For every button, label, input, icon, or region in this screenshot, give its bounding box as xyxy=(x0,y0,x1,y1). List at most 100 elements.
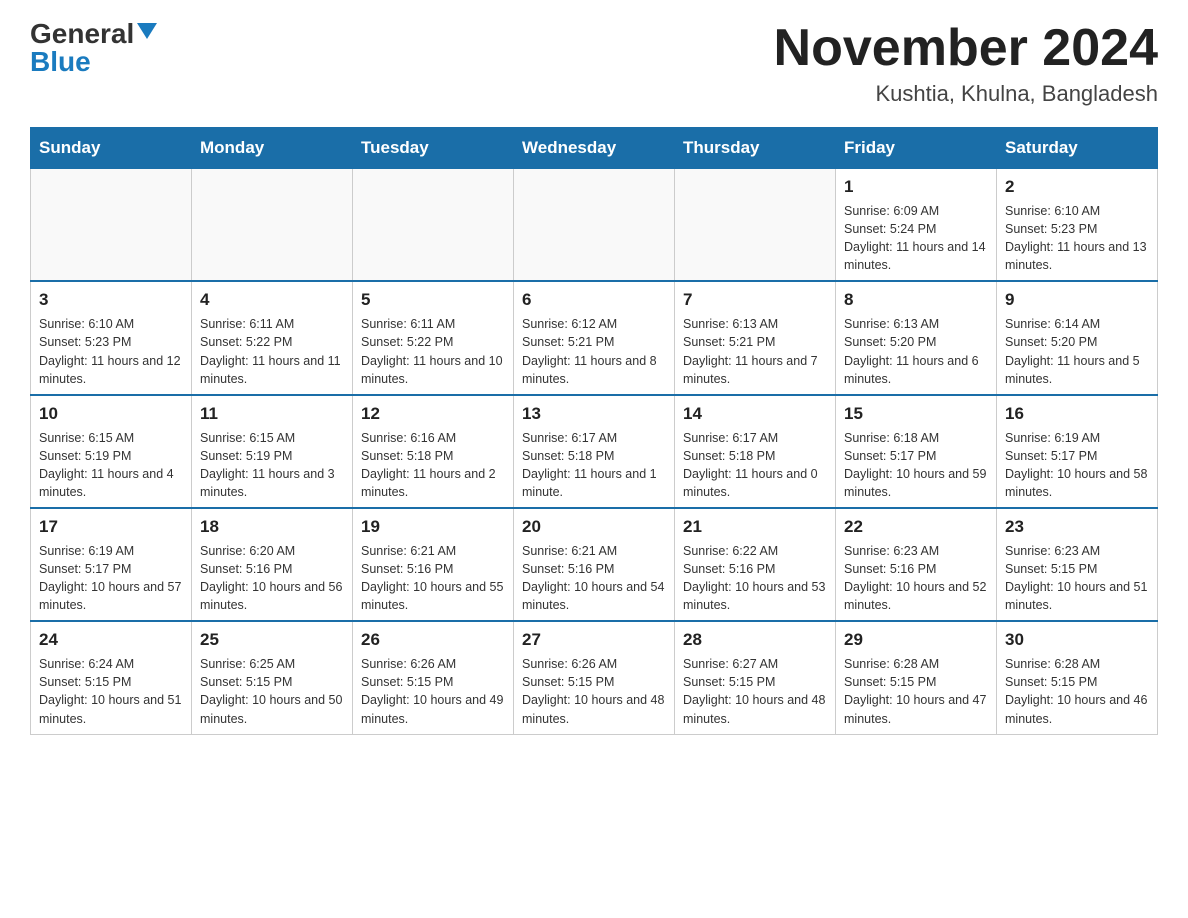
calendar-week-row: 10 Sunrise: 6:15 AM Sunset: 5:19 PM Dayli… xyxy=(31,395,1158,508)
calendar-cell: 17 Sunrise: 6:19 AM Sunset: 5:17 PM Dayli… xyxy=(31,508,192,621)
day-number: 20 xyxy=(522,515,666,539)
day-info: Sunrise: 6:26 AM Sunset: 5:15 PM Dayligh… xyxy=(361,655,505,728)
weekday-header-sunday: Sunday xyxy=(31,128,192,169)
day-number: 26 xyxy=(361,628,505,652)
day-info: Sunrise: 6:24 AM Sunset: 5:15 PM Dayligh… xyxy=(39,655,183,728)
day-number: 11 xyxy=(200,402,344,426)
day-info: Sunrise: 6:23 AM Sunset: 5:15 PM Dayligh… xyxy=(1005,542,1149,615)
calendar-cell: 22 Sunrise: 6:23 AM Sunset: 5:16 PM Dayli… xyxy=(836,508,997,621)
day-info: Sunrise: 6:13 AM Sunset: 5:21 PM Dayligh… xyxy=(683,315,827,388)
calendar-header-row: SundayMondayTuesdayWednesdayThursdayFrid… xyxy=(31,128,1158,169)
calendar-cell: 25 Sunrise: 6:25 AM Sunset: 5:15 PM Dayli… xyxy=(192,621,353,734)
day-info: Sunrise: 6:10 AM Sunset: 5:23 PM Dayligh… xyxy=(39,315,183,388)
day-number: 22 xyxy=(844,515,988,539)
calendar-cell xyxy=(31,169,192,282)
calendar-cell xyxy=(353,169,514,282)
day-number: 14 xyxy=(683,402,827,426)
day-number: 12 xyxy=(361,402,505,426)
day-number: 27 xyxy=(522,628,666,652)
day-number: 13 xyxy=(522,402,666,426)
logo-blue-text: Blue xyxy=(30,46,91,77)
calendar-cell: 8Sunrise: 6:13 AM Sunset: 5:20 PM Daylig… xyxy=(836,281,997,394)
month-year-title: November 2024 xyxy=(774,20,1158,77)
calendar-cell: 14Sunrise: 6:17 AM Sunset: 5:18 PM Dayli… xyxy=(675,395,836,508)
day-info: Sunrise: 6:15 AM Sunset: 5:19 PM Dayligh… xyxy=(39,429,183,502)
day-number: 7 xyxy=(683,288,827,312)
day-info: Sunrise: 6:21 AM Sunset: 5:16 PM Dayligh… xyxy=(522,542,666,615)
day-info: Sunrise: 6:25 AM Sunset: 5:15 PM Dayligh… xyxy=(200,655,344,728)
calendar-cell xyxy=(675,169,836,282)
day-info: Sunrise: 6:26 AM Sunset: 5:15 PM Dayligh… xyxy=(522,655,666,728)
calendar-cell: 9 Sunrise: 6:14 AM Sunset: 5:20 PM Daylig… xyxy=(997,281,1158,394)
calendar-cell: 5Sunrise: 6:11 AM Sunset: 5:22 PM Daylig… xyxy=(353,281,514,394)
day-number: 5 xyxy=(361,288,505,312)
calendar-cell: 7 Sunrise: 6:13 AM Sunset: 5:21 PM Daylig… xyxy=(675,281,836,394)
calendar-cell xyxy=(192,169,353,282)
calendar-week-row: 24 Sunrise: 6:24 AM Sunset: 5:15 PM Dayli… xyxy=(31,621,1158,734)
calendar-cell: 6 Sunrise: 6:12 AM Sunset: 5:21 PM Daylig… xyxy=(514,281,675,394)
calendar-week-row: 3 Sunrise: 6:10 AM Sunset: 5:23 PM Daylig… xyxy=(31,281,1158,394)
day-number: 17 xyxy=(39,515,183,539)
weekday-header-tuesday: Tuesday xyxy=(353,128,514,169)
calendar-cell xyxy=(514,169,675,282)
day-info: Sunrise: 6:14 AM Sunset: 5:20 PM Dayligh… xyxy=(1005,315,1149,388)
calendar-cell: 11 Sunrise: 6:15 AM Sunset: 5:19 PM Dayli… xyxy=(192,395,353,508)
day-number: 1 xyxy=(844,175,988,199)
calendar-cell: 2 Sunrise: 6:10 AM Sunset: 5:23 PM Daylig… xyxy=(997,169,1158,282)
day-number: 19 xyxy=(361,515,505,539)
day-info: Sunrise: 6:15 AM Sunset: 5:19 PM Dayligh… xyxy=(200,429,344,502)
weekday-header-thursday: Thursday xyxy=(675,128,836,169)
weekday-header-saturday: Saturday xyxy=(997,128,1158,169)
calendar-cell: 21 Sunrise: 6:22 AM Sunset: 5:16 PM Dayli… xyxy=(675,508,836,621)
day-info: Sunrise: 6:12 AM Sunset: 5:21 PM Dayligh… xyxy=(522,315,666,388)
day-number: 9 xyxy=(1005,288,1149,312)
calendar-cell: 13 Sunrise: 6:17 AM Sunset: 5:18 PM Dayli… xyxy=(514,395,675,508)
logo: General Blue xyxy=(30,20,157,76)
calendar-week-row: 17 Sunrise: 6:19 AM Sunset: 5:17 PM Dayli… xyxy=(31,508,1158,621)
calendar-cell: 30Sunrise: 6:28 AM Sunset: 5:15 PM Dayli… xyxy=(997,621,1158,734)
calendar-cell: 16Sunrise: 6:19 AM Sunset: 5:17 PM Dayli… xyxy=(997,395,1158,508)
calendar-cell: 4 Sunrise: 6:11 AM Sunset: 5:22 PM Daylig… xyxy=(192,281,353,394)
calendar-cell: 15Sunrise: 6:18 AM Sunset: 5:17 PM Dayli… xyxy=(836,395,997,508)
logo-triangle-icon xyxy=(137,23,157,39)
logo-general-text: General xyxy=(30,20,134,48)
day-info: Sunrise: 6:11 AM Sunset: 5:22 PM Dayligh… xyxy=(200,315,344,388)
day-number: 21 xyxy=(683,515,827,539)
calendar-cell: 3 Sunrise: 6:10 AM Sunset: 5:23 PM Daylig… xyxy=(31,281,192,394)
day-number: 2 xyxy=(1005,175,1149,199)
day-info: Sunrise: 6:17 AM Sunset: 5:18 PM Dayligh… xyxy=(522,429,666,502)
page-header: General Blue November 2024 Kushtia, Khul… xyxy=(30,20,1158,107)
calendar-cell: 20 Sunrise: 6:21 AM Sunset: 5:16 PM Dayli… xyxy=(514,508,675,621)
title-block: November 2024 Kushtia, Khulna, Banglades… xyxy=(774,20,1158,107)
day-number: 24 xyxy=(39,628,183,652)
calendar-cell: 10 Sunrise: 6:15 AM Sunset: 5:19 PM Dayli… xyxy=(31,395,192,508)
day-number: 3 xyxy=(39,288,183,312)
day-number: 4 xyxy=(200,288,344,312)
weekday-header-monday: Monday xyxy=(192,128,353,169)
calendar-cell: 24 Sunrise: 6:24 AM Sunset: 5:15 PM Dayli… xyxy=(31,621,192,734)
calendar-cell: 18Sunrise: 6:20 AM Sunset: 5:16 PM Dayli… xyxy=(192,508,353,621)
day-number: 6 xyxy=(522,288,666,312)
day-info: Sunrise: 6:22 AM Sunset: 5:16 PM Dayligh… xyxy=(683,542,827,615)
day-info: Sunrise: 6:09 AM Sunset: 5:24 PM Dayligh… xyxy=(844,202,988,275)
calendar-cell: 12 Sunrise: 6:16 AM Sunset: 5:18 PM Dayli… xyxy=(353,395,514,508)
day-info: Sunrise: 6:19 AM Sunset: 5:17 PM Dayligh… xyxy=(39,542,183,615)
calendar-cell: 28 Sunrise: 6:27 AM Sunset: 5:15 PM Dayli… xyxy=(675,621,836,734)
calendar-table: SundayMondayTuesdayWednesdayThursdayFrid… xyxy=(30,127,1158,734)
day-number: 28 xyxy=(683,628,827,652)
calendar-cell: 29Sunrise: 6:28 AM Sunset: 5:15 PM Dayli… xyxy=(836,621,997,734)
day-number: 25 xyxy=(200,628,344,652)
calendar-cell: 19 Sunrise: 6:21 AM Sunset: 5:16 PM Dayli… xyxy=(353,508,514,621)
day-number: 10 xyxy=(39,402,183,426)
calendar-cell: 26 Sunrise: 6:26 AM Sunset: 5:15 PM Dayli… xyxy=(353,621,514,734)
day-info: Sunrise: 6:23 AM Sunset: 5:16 PM Dayligh… xyxy=(844,542,988,615)
day-info: Sunrise: 6:10 AM Sunset: 5:23 PM Dayligh… xyxy=(1005,202,1149,275)
day-number: 15 xyxy=(844,402,988,426)
day-info: Sunrise: 6:13 AM Sunset: 5:20 PM Dayligh… xyxy=(844,315,988,388)
weekday-header-wednesday: Wednesday xyxy=(514,128,675,169)
calendar-week-row: 1 Sunrise: 6:09 AM Sunset: 5:24 PM Daylig… xyxy=(31,169,1158,282)
day-info: Sunrise: 6:27 AM Sunset: 5:15 PM Dayligh… xyxy=(683,655,827,728)
day-info: Sunrise: 6:20 AM Sunset: 5:16 PM Dayligh… xyxy=(200,542,344,615)
day-info: Sunrise: 6:16 AM Sunset: 5:18 PM Dayligh… xyxy=(361,429,505,502)
day-info: Sunrise: 6:21 AM Sunset: 5:16 PM Dayligh… xyxy=(361,542,505,615)
